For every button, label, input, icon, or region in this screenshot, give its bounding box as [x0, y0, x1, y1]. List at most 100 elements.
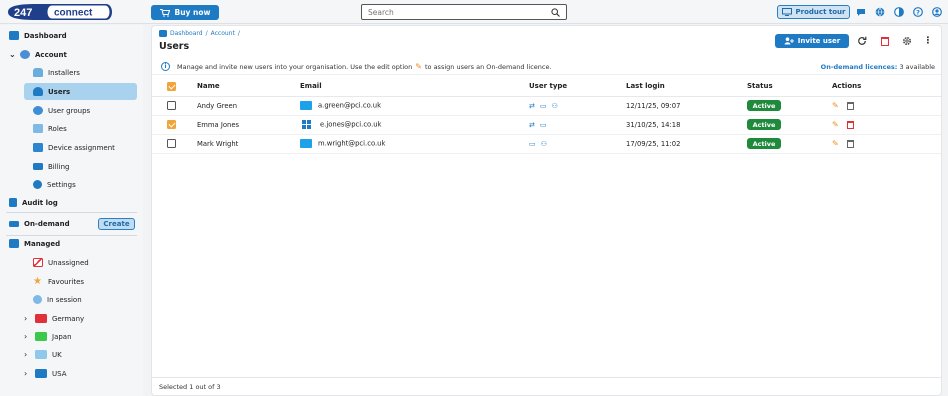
sidebar-item-uk[interactable]: › UK	[24, 346, 62, 363]
tour-icon	[781, 8, 792, 16]
sidebar-item-label: Germany	[52, 314, 85, 323]
table-row[interactable]: Andy Green a.green@pci.co.uk ⇄ ▭ ⚇ 12/11/2…	[152, 96, 941, 116]
unassigned-icon	[33, 258, 43, 267]
sidebar-item-billing[interactable]: Billing	[33, 158, 69, 175]
sidebar-item-installers[interactable]: Installers	[33, 64, 80, 81]
sidebar-item-account[interactable]: ⌄ Account	[9, 46, 67, 63]
on-demand-type-icon: ⇄	[529, 101, 535, 110]
edit-icon[interactable]: ✎	[832, 101, 839, 110]
sidebar: Dashboard ⌄ Account Installers Users Use…	[0, 25, 143, 396]
chevron-right-icon[interactable]: ›	[24, 314, 30, 323]
edit-icon[interactable]: ✎	[832, 139, 839, 148]
sidebar-item-germany[interactable]: › Germany	[24, 310, 84, 327]
edit-icon[interactable]: ✎	[832, 120, 839, 129]
user-name: Emma Jones	[197, 115, 300, 135]
global-icon[interactable]	[874, 6, 886, 18]
row-checkbox[interactable]	[167, 101, 176, 110]
sidebar-item-label: Settings	[47, 180, 76, 189]
chevron-right-icon[interactable]: ›	[24, 332, 30, 341]
row-checkbox[interactable]	[167, 120, 176, 129]
product-tour-button[interactable]: Product tour	[777, 5, 850, 19]
delete-icon[interactable]	[846, 139, 854, 148]
sidebar-item-in-session[interactable]: In session	[33, 291, 82, 308]
delete-icon[interactable]	[846, 120, 854, 129]
managed-icon	[9, 239, 19, 248]
top-bar: 247 connect Buy now Product tour ?	[0, 0, 948, 24]
help-icon[interactable]: ?	[912, 6, 924, 18]
info-banner: i Manage and invite new users into your …	[152, 59, 941, 75]
search-icon[interactable]	[551, 7, 560, 17]
app-logo[interactable]: 247 connect	[6, 3, 116, 21]
sidebar-item-settings[interactable]: Settings	[33, 176, 76, 193]
create-on-demand-button[interactable]: Create	[98, 218, 135, 230]
managed-type-icon: ▭	[529, 139, 536, 148]
sidebar-divider	[6, 212, 137, 213]
column-header-last-login[interactable]: Last login	[626, 77, 747, 97]
sidebar-item-users[interactable]: Users	[33, 83, 70, 100]
search-box[interactable]	[361, 4, 567, 20]
sidebar-item-dashboard[interactable]: Dashboard	[9, 27, 67, 44]
mail-icon	[300, 101, 312, 110]
delete-icon[interactable]	[879, 35, 891, 47]
cart-icon	[159, 8, 170, 17]
select-all-cell	[152, 77, 197, 97]
invite-user-button[interactable]: Invite user	[775, 34, 849, 48]
delete-icon[interactable]	[846, 101, 854, 110]
sidebar-item-user-groups[interactable]: User groups	[33, 102, 90, 119]
column-header-email[interactable]: Email	[300, 77, 529, 97]
sidebar-item-label: Dashboard	[24, 31, 67, 40]
column-header-user-type[interactable]: User type	[529, 77, 626, 97]
table-row[interactable]: Mark Wright m.wright@pci.co.uk ▭ ⚇ 17/09/…	[152, 134, 941, 154]
sidebar-item-japan[interactable]: › Japan	[24, 328, 72, 345]
sidebar-item-label: User groups	[48, 106, 91, 115]
licences-label: On-demand licences:	[820, 63, 898, 71]
selection-footer: Selected 1 out of 3	[152, 377, 941, 395]
sidebar-item-favourites[interactable]: ★ Favourites	[33, 273, 84, 290]
account-icon	[20, 50, 30, 59]
chevron-right-icon[interactable]: ›	[24, 369, 30, 378]
contrast-icon[interactable]	[893, 6, 905, 18]
row-checkbox[interactable]	[167, 139, 176, 148]
dashboard-icon	[9, 31, 19, 40]
sidebar-item-usa[interactable]: › USA	[24, 365, 67, 382]
chat-icon[interactable]	[855, 6, 867, 18]
page-title: Users	[159, 41, 190, 52]
star-icon: ★	[33, 276, 42, 287]
gear-icon[interactable]	[901, 35, 913, 47]
logo-number: 247	[14, 7, 32, 19]
chevron-right-icon[interactable]: ›	[24, 350, 30, 359]
on-demand-type-icon: ⇄	[529, 120, 535, 129]
last-login: 31/10/25, 14:18	[626, 115, 747, 135]
user-profile-icon[interactable]	[931, 6, 943, 18]
in-session-icon	[33, 295, 42, 304]
table-row[interactable]: Emma Jones e.jones@pci.co.uk ⇄ ▭ 31/10/25…	[152, 115, 941, 135]
on-demand-icon	[9, 220, 19, 227]
folder-icon	[35, 314, 47, 323]
invite-user-label: Invite user	[797, 37, 841, 45]
managed-type-icon: ▭	[539, 101, 547, 110]
sidebar-item-on-demand[interactable]: On-demand	[9, 215, 70, 232]
user-email: m.wright@pci.co.uk	[318, 139, 386, 148]
user-email: a.green@pci.co.uk	[318, 101, 382, 110]
sidebar-item-label: Favourites	[48, 277, 85, 286]
last-login: 12/11/25, 09:07	[626, 96, 747, 116]
sidebar-item-label: Device assignment	[48, 143, 115, 152]
breadcrumb-account[interactable]: Account	[211, 30, 235, 37]
gear-icon	[33, 180, 42, 189]
breadcrumb-dashboard[interactable]: Dashboard	[170, 30, 203, 37]
sidebar-item-managed[interactable]: Managed	[9, 235, 60, 252]
column-header-status[interactable]: Status	[747, 77, 832, 97]
info-text-end: to assign users an On-demand licence.	[424, 62, 552, 71]
mail-icon	[300, 139, 312, 148]
more-options-icon[interactable]: ⋮	[922, 35, 934, 47]
select-all-checkbox[interactable]	[167, 81, 176, 91]
buy-now-button[interactable]: Buy now	[151, 5, 219, 20]
refresh-icon[interactable]	[856, 35, 868, 47]
sidebar-item-roles[interactable]: Roles	[33, 120, 67, 137]
search-input[interactable]	[368, 7, 538, 17]
users-table: Name Email User type Last login Status A…	[152, 77, 941, 154]
sidebar-item-device-assignment[interactable]: Device assignment	[33, 139, 115, 156]
column-header-name[interactable]: Name	[197, 77, 300, 97]
sidebar-item-unassigned[interactable]: Unassigned	[33, 254, 89, 271]
sidebar-item-audit-log[interactable]: Audit log	[9, 194, 58, 211]
